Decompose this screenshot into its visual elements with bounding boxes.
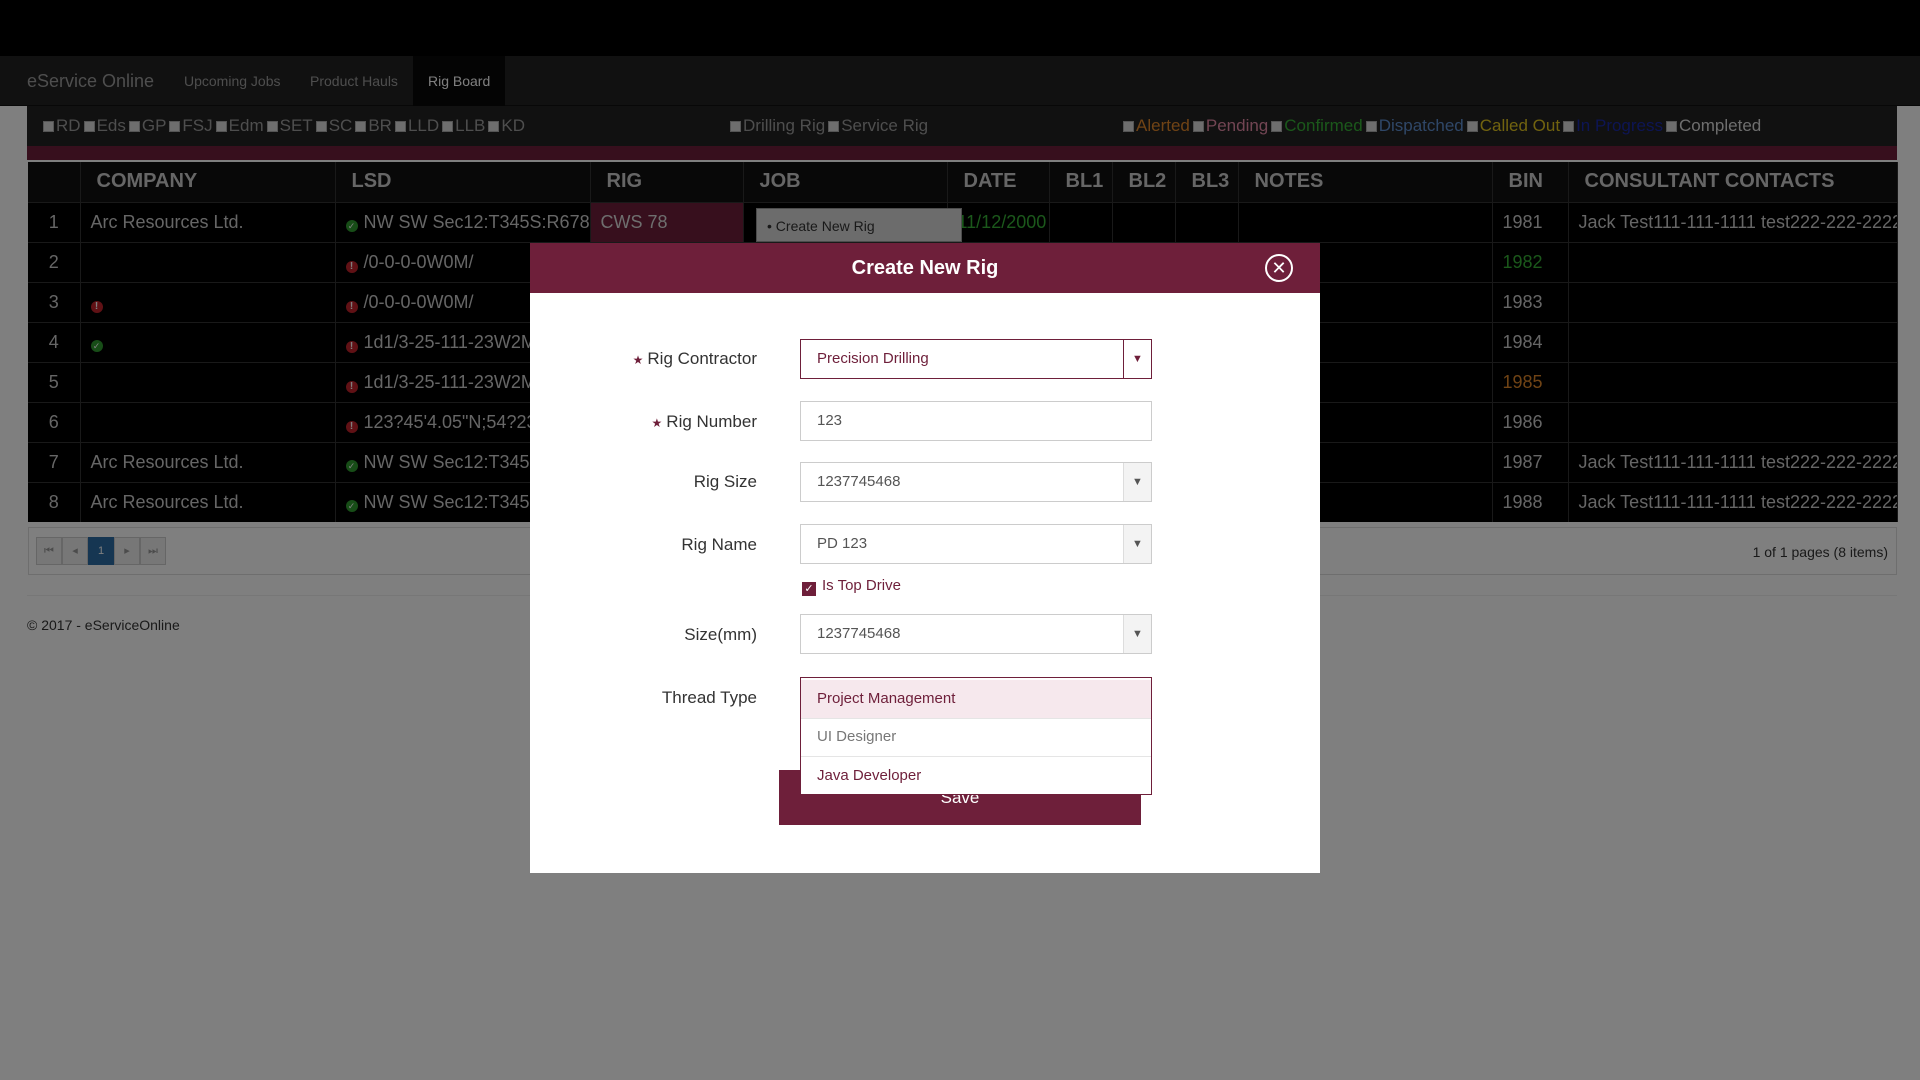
rig-name-label: Rig Name	[681, 535, 757, 554]
thread-type-option[interactable]: UI Designer	[801, 718, 1151, 756]
thread-type-option[interactable]: Java Developer	[801, 757, 1151, 795]
checkmark-icon: ✓	[802, 582, 816, 596]
rig-size-select[interactable]: 1237745468 ▼	[800, 462, 1152, 502]
rig-name-value: PD 123	[817, 535, 868, 552]
thread-type-label: Thread Type	[661, 688, 757, 707]
thread-type-dropdown: Project Management UI Designer Java Deve…	[800, 677, 1152, 795]
size-mm-label: Size(mm)	[684, 625, 757, 644]
chevron-down-icon[interactable]: ▼	[1123, 615, 1151, 653]
create-rig-modal: Create New Rig ✕ ★ Rig Contractor Precisi…	[530, 243, 1320, 873]
rig-size-label: Rig Size	[693, 472, 757, 491]
chevron-down-icon[interactable]: ▼	[1123, 340, 1151, 378]
required-icon: ★	[651, 416, 663, 430]
thread-type-option[interactable]: Project Management	[801, 680, 1151, 718]
size-mm-value: 1237745468	[817, 625, 901, 642]
is-top-drive-checkbox[interactable]: ✓ Is Top Drive	[802, 577, 901, 596]
rig-number-label: ★ Rig Number	[651, 412, 757, 431]
rig-name-select[interactable]: PD 123 ▼	[800, 524, 1152, 564]
required-icon: ★	[632, 353, 644, 367]
chevron-down-icon[interactable]: ▼	[1123, 463, 1151, 501]
chevron-down-icon[interactable]: ▼	[1123, 525, 1151, 563]
modal-header: Create New Rig ✕	[530, 243, 1320, 293]
is-top-drive-label: Is Top Drive	[822, 577, 901, 594]
modal-title: Create New Rig	[851, 257, 999, 279]
size-mm-select[interactable]: 1237745468 ▼	[800, 614, 1152, 654]
rig-contractor-label: ★ Rig Contractor	[632, 349, 757, 368]
close-icon[interactable]: ✕	[1265, 254, 1293, 282]
rig-contractor-value: Precision Drilling	[817, 350, 929, 367]
rig-size-value: 1237745468	[817, 473, 901, 490]
rig-contractor-select[interactable]: Precision Drilling ▼	[800, 339, 1152, 379]
rig-number-input[interactable]: 123	[800, 401, 1152, 441]
